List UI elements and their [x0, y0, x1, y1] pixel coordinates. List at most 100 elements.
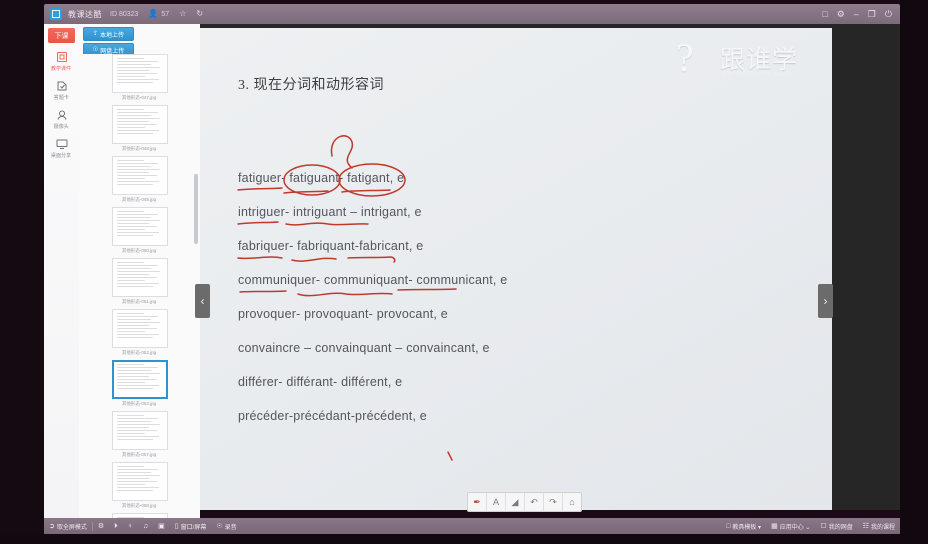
thumbnail-preview[interactable]: [111, 309, 168, 348]
thumbnail-scrollbar[interactable]: [194, 174, 198, 244]
my-netdisk-button[interactable]: ☐ 我的网盘: [815, 518, 857, 534]
thumbnail-text-line: [116, 427, 149, 428]
thumbnail-item[interactable]: 其他形态-053.jpg: [111, 360, 169, 409]
thumbnail-text-line: [116, 184, 154, 185]
thumbnail-text-line: [116, 478, 149, 479]
thumbnail-text-line: [116, 172, 149, 173]
left-tool-rail: 下课 教学课件 答题卡 摄像头 桌面分享: [44, 24, 80, 520]
thumbnail-text-line: [116, 223, 149, 224]
maximize-button[interactable]: ❐: [868, 9, 876, 19]
pen-tool[interactable]: ✒: [468, 493, 487, 511]
slide-stage: ? 跟谁学 genshuixue.com 3. 现在分词和动形容词 fatigu…: [195, 24, 900, 512]
music-toggle[interactable]: ♫: [138, 518, 153, 534]
thumbnail-preview[interactable]: [111, 54, 168, 93]
sidebar-item-desktop-share[interactable]: 桌面分享: [44, 137, 79, 159]
lock-button[interactable]: ⌂: [563, 493, 581, 511]
thumbnail-preview[interactable]: [111, 360, 168, 399]
thumbnail-preview[interactable]: [111, 207, 168, 246]
title-bar: 教课达酷 ID 80323 👤 57 ☆ ↻ □ ⚙ – ❐ ⏻: [44, 4, 900, 24]
slide-line-3: fabriquer- fabriquant-fabricant, e: [238, 239, 424, 253]
thumbnail-item[interactable]: 其他形态-051.jpg: [111, 258, 169, 307]
thumbnail-text-line: [116, 160, 145, 161]
settings-button[interactable]: ⚙: [837, 9, 845, 19]
record-audio-button[interactable]: ☉ 录音: [211, 518, 241, 534]
thumbnail-item[interactable]: 其他形态-057.jpg: [111, 411, 169, 460]
music-icon: ♫: [142, 522, 149, 530]
sidebar-label-courseware: 教学课件: [51, 66, 72, 72]
exit-fullscreen-button[interactable]: ➲ 取全屏模式: [44, 518, 92, 534]
upload-local-label: 本地上传: [100, 32, 125, 39]
video-toggle[interactable]: ▣: [153, 518, 170, 534]
slide-line-4: communiquer- communiquant- communicant, …: [238, 273, 508, 287]
speaker-toggle[interactable]: ⏵: [109, 518, 123, 534]
my-courses-button[interactable]: ☷ 我的课程: [858, 518, 900, 534]
thumbnail-text-line: [116, 481, 157, 482]
thumbnail-text-line: [116, 82, 154, 83]
upload-button-group: ⇪ 本地上传 ☉ 网盘上传: [79, 24, 200, 58]
thumbnail-text-line: [116, 265, 158, 266]
screen-record-button[interactable]: ▯ 窗口/屏幕: [170, 518, 212, 534]
thumbnail-filename: 其他形态-053.jpg: [122, 401, 157, 407]
settings-toggle[interactable]: ⚙: [93, 518, 109, 534]
thumbnail-text-line: [116, 163, 158, 164]
sidebar-item-camera[interactable]: 摄像头: [44, 108, 79, 130]
minimize-button[interactable]: –: [854, 9, 859, 19]
microphone-toggle[interactable]: ♀: [123, 518, 138, 534]
slide-canvas[interactable]: ? 跟谁学 genshuixue.com 3. 现在分词和动形容词 fatigu…: [200, 28, 832, 510]
text-tool[interactable]: A: [487, 493, 506, 511]
thumbnail-text-line: [116, 181, 159, 182]
thumbnail-text-line: [116, 166, 151, 167]
redo-button[interactable]: ↷: [544, 493, 563, 511]
star-icon: ☆: [179, 9, 187, 18]
classroom-app-window: 教课达酷 ID 80323 👤 57 ☆ ↻ □ ⚙ – ❐ ⏻ 下课 教学课件…: [0, 0, 928, 544]
thumbnail-preview[interactable]: [111, 411, 168, 450]
close-button[interactable]: ⏻: [885, 9, 892, 19]
eraser-tool[interactable]: ◢: [506, 493, 525, 511]
thumbnail-text-line: [116, 214, 158, 215]
thumbnail-text-line: [116, 364, 145, 365]
thumbnail-text-line: [116, 268, 151, 269]
thumbnail-filename: 其他形态-052.jpg: [122, 350, 157, 356]
prev-slide-button[interactable]: ‹: [195, 284, 210, 318]
sidebar-item-answer-card[interactable]: 答题卡: [44, 79, 79, 101]
thumbnail-item[interactable]: 其他形态-050.jpg: [111, 207, 169, 256]
thumbnail-item[interactable]: 其他形态-047.jpg: [111, 54, 169, 103]
thumbnail-text-line: [116, 316, 158, 317]
thumbnail-text-line: [116, 58, 145, 59]
thumbnail-text-line: [116, 421, 151, 422]
thumbnail-text-line: [116, 70, 149, 71]
upload-local-button[interactable]: ⇪ 本地上传: [83, 27, 134, 41]
favorite-button[interactable]: ☆: [179, 10, 186, 18]
thumbnail-preview[interactable]: [111, 258, 168, 297]
thumbnail-text-line: [116, 232, 159, 233]
sidebar-label-camera: 摄像头: [53, 124, 70, 130]
thumbnail-text-line: [116, 487, 159, 488]
thumbnail-list[interactable]: 其他形态-047.jpg 其他形态-048.jpg 其他形态-049.jpg 其他形态…: [79, 54, 200, 520]
thumbnail-text-line: [116, 379, 157, 380]
thumbnail-text-line: [116, 277, 157, 278]
thumbnail-preview[interactable]: [111, 105, 168, 144]
thumbnail-item[interactable]: 其他形态-052.jpg: [111, 309, 169, 358]
thumbnail-item[interactable]: 其他形态-049.jpg: [111, 156, 169, 205]
app-center-button[interactable]: ▦ 应用中心 ⌄: [766, 518, 815, 534]
thumbnail-preview[interactable]: [111, 462, 168, 501]
thumbnail-item[interactable]: 其他形态-058.jpg: [111, 462, 169, 511]
sidebar-item-courseware[interactable]: 教学课件: [44, 50, 79, 72]
teaching-template-label: 教具模板 ▾: [732, 524, 762, 531]
thumbnail-item[interactable]: 其他形态-048.jpg: [111, 105, 169, 154]
end-class-button[interactable]: 下课: [48, 28, 75, 43]
thumbnail-text-line: [116, 115, 151, 116]
thumbnail-text-line: [116, 280, 146, 281]
attendee-count-group: 👤 57: [148, 10, 169, 18]
undo-button[interactable]: ↶: [525, 493, 544, 511]
window-title: 教课达酷: [68, 9, 102, 19]
thumbnail-preview[interactable]: [111, 156, 168, 195]
teaching-template-button[interactable]: □ 教具模板 ▾: [721, 518, 766, 534]
restore-window-button[interactable]: □: [822, 9, 827, 19]
monitor-icon: ▯: [174, 522, 179, 530]
thumbnail-filename: 其他形态-051.jpg: [122, 299, 157, 305]
refresh-button[interactable]: ↻: [196, 10, 203, 18]
annotation-toolbar[interactable]: ✒ A ◢ ↶ ↷ ⌂: [467, 492, 582, 512]
thumbnail-text-line: [116, 328, 157, 329]
next-slide-button[interactable]: ›: [818, 284, 833, 318]
